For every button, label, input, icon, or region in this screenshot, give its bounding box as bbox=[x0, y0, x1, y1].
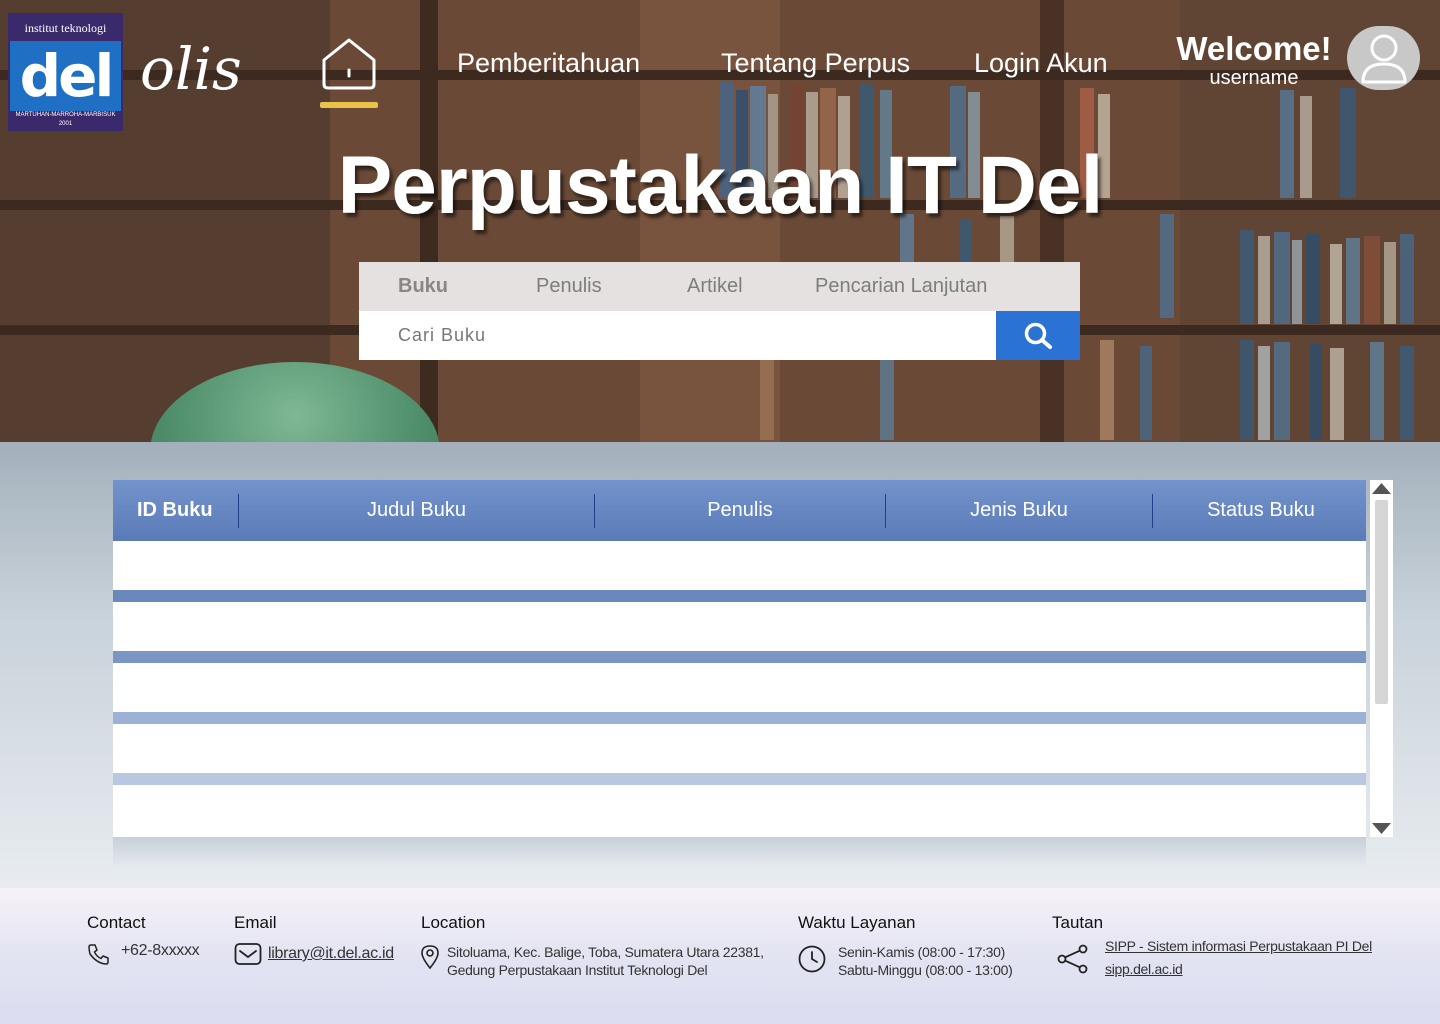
footer-hours-line1: Senin-Kamis (08:00 - 17:30) bbox=[838, 944, 1005, 960]
home-icon bbox=[322, 38, 376, 90]
home-active-indicator bbox=[320, 102, 378, 108]
nav-login-akun[interactable]: Login Akun bbox=[974, 44, 1108, 82]
column-header-judul[interactable]: Judul Buku bbox=[239, 480, 594, 541]
footer-sipp-link[interactable]: SIPP - Sistem informasi Perpustakaan PI … bbox=[1105, 937, 1372, 955]
tab-pencarian-lanjutan[interactable]: Pencarian Lanjutan bbox=[815, 273, 987, 299]
table-row[interactable] bbox=[113, 541, 1366, 590]
search-box: Buku Penulis Artikel Pencarian Lanjutan bbox=[359, 262, 1080, 360]
footer-sipp-url-link[interactable]: sipp.del.ac.id bbox=[1105, 960, 1183, 978]
footer-contact-label: Contact bbox=[87, 913, 146, 932]
footer-phone: +62-8xxxxx bbox=[121, 942, 200, 959]
footer-hours-line2: Sabtu-Minggu (08:00 - 13:00) bbox=[838, 962, 1013, 978]
scroll-thumb[interactable] bbox=[1375, 500, 1388, 704]
page-title: Perpustakaan IT Del bbox=[337, 140, 1104, 231]
logo-bottom: MARTUHAN-MARROHA-MARBISUK 2001 bbox=[10, 111, 121, 129]
table-header: ID Buku Judul Buku Penulis Jenis Buku St… bbox=[113, 480, 1366, 541]
search-icon bbox=[1024, 322, 1052, 349]
hero-banner: institut teknologi del MARTUHAN-MARROHA-… bbox=[0, 0, 1440, 442]
nav-tentang-perpus[interactable]: Tentang Perpus bbox=[721, 44, 910, 82]
olis-logo[interactable]: olis bbox=[140, 24, 242, 114]
user-icon bbox=[1361, 34, 1406, 84]
welcome-block: Welcome! username bbox=[1176, 30, 1332, 88]
search-input[interactable] bbox=[359, 311, 996, 360]
footer-links-label: Tautan bbox=[1052, 913, 1104, 932]
search-tabs: Buku Penulis Artikel Pencarian Lanjutan bbox=[359, 262, 1080, 311]
nav-home-button[interactable] bbox=[320, 36, 378, 108]
share-icon bbox=[1057, 944, 1088, 974]
footer-location-label: Location bbox=[421, 913, 486, 932]
phone-icon bbox=[88, 944, 109, 965]
footer-email-link[interactable]: library@it.del.ac.id bbox=[268, 945, 394, 963]
avatar[interactable] bbox=[1347, 26, 1420, 90]
row-divider bbox=[113, 651, 1366, 663]
table-row[interactable] bbox=[113, 724, 1366, 773]
row-divider bbox=[113, 712, 1366, 724]
table-row[interactable] bbox=[113, 663, 1366, 712]
footer-hours-label: Waktu Layanan bbox=[798, 913, 916, 932]
logo-year: 2001 bbox=[58, 121, 73, 127]
logo-main-text: del bbox=[10, 41, 121, 111]
table-shadow bbox=[113, 837, 1366, 867]
search-button[interactable] bbox=[996, 311, 1080, 360]
column-header-jenis[interactable]: Jenis Buku bbox=[886, 480, 1152, 541]
footer-location-line2: Gedung Perpustakaan Institut Teknologi D… bbox=[447, 962, 708, 978]
table-row[interactable] bbox=[113, 602, 1366, 651]
footer-location-line1: Sitoluama, Kec. Balige, Toba, Sumatera U… bbox=[447, 944, 764, 960]
tab-penulis[interactable]: Penulis bbox=[536, 273, 602, 299]
table-row[interactable] bbox=[113, 788, 1366, 837]
del-logo[interactable]: institut teknologi del MARTUHAN-MARROHA-… bbox=[8, 13, 123, 131]
scroll-up-arrow-icon[interactable] bbox=[1371, 481, 1392, 495]
row-divider bbox=[113, 590, 1366, 602]
location-pin-icon bbox=[421, 945, 439, 970]
book-table: ID Buku Judul Buku Penulis Jenis Buku St… bbox=[113, 480, 1366, 837]
column-header-penulis[interactable]: Penulis bbox=[595, 480, 885, 541]
footer: Contact +62-8xxxxx Email library@it.del.… bbox=[0, 888, 1440, 1024]
clock-icon bbox=[798, 945, 826, 973]
footer-email-label: Email bbox=[234, 913, 277, 932]
mail-icon bbox=[234, 943, 262, 965]
row-divider bbox=[113, 773, 1366, 785]
nav-pemberitahuan[interactable]: Pemberitahuan bbox=[457, 44, 640, 82]
column-header-status[interactable]: Status Buku bbox=[1153, 480, 1369, 541]
table-scrollbar[interactable] bbox=[1370, 480, 1393, 837]
logo-motto: MARTUHAN-MARROHA-MARBISUK bbox=[15, 112, 116, 118]
welcome-text: Welcome! bbox=[1176, 30, 1332, 67]
column-header-id[interactable]: ID Buku bbox=[113, 480, 238, 541]
tab-buku[interactable]: Buku bbox=[398, 273, 448, 299]
username-text: username bbox=[1209, 67, 1299, 89]
scroll-down-arrow-icon[interactable] bbox=[1371, 822, 1392, 836]
tab-artikel[interactable]: Artikel bbox=[687, 273, 743, 299]
logo-top-text: institut teknologi bbox=[10, 15, 121, 41]
